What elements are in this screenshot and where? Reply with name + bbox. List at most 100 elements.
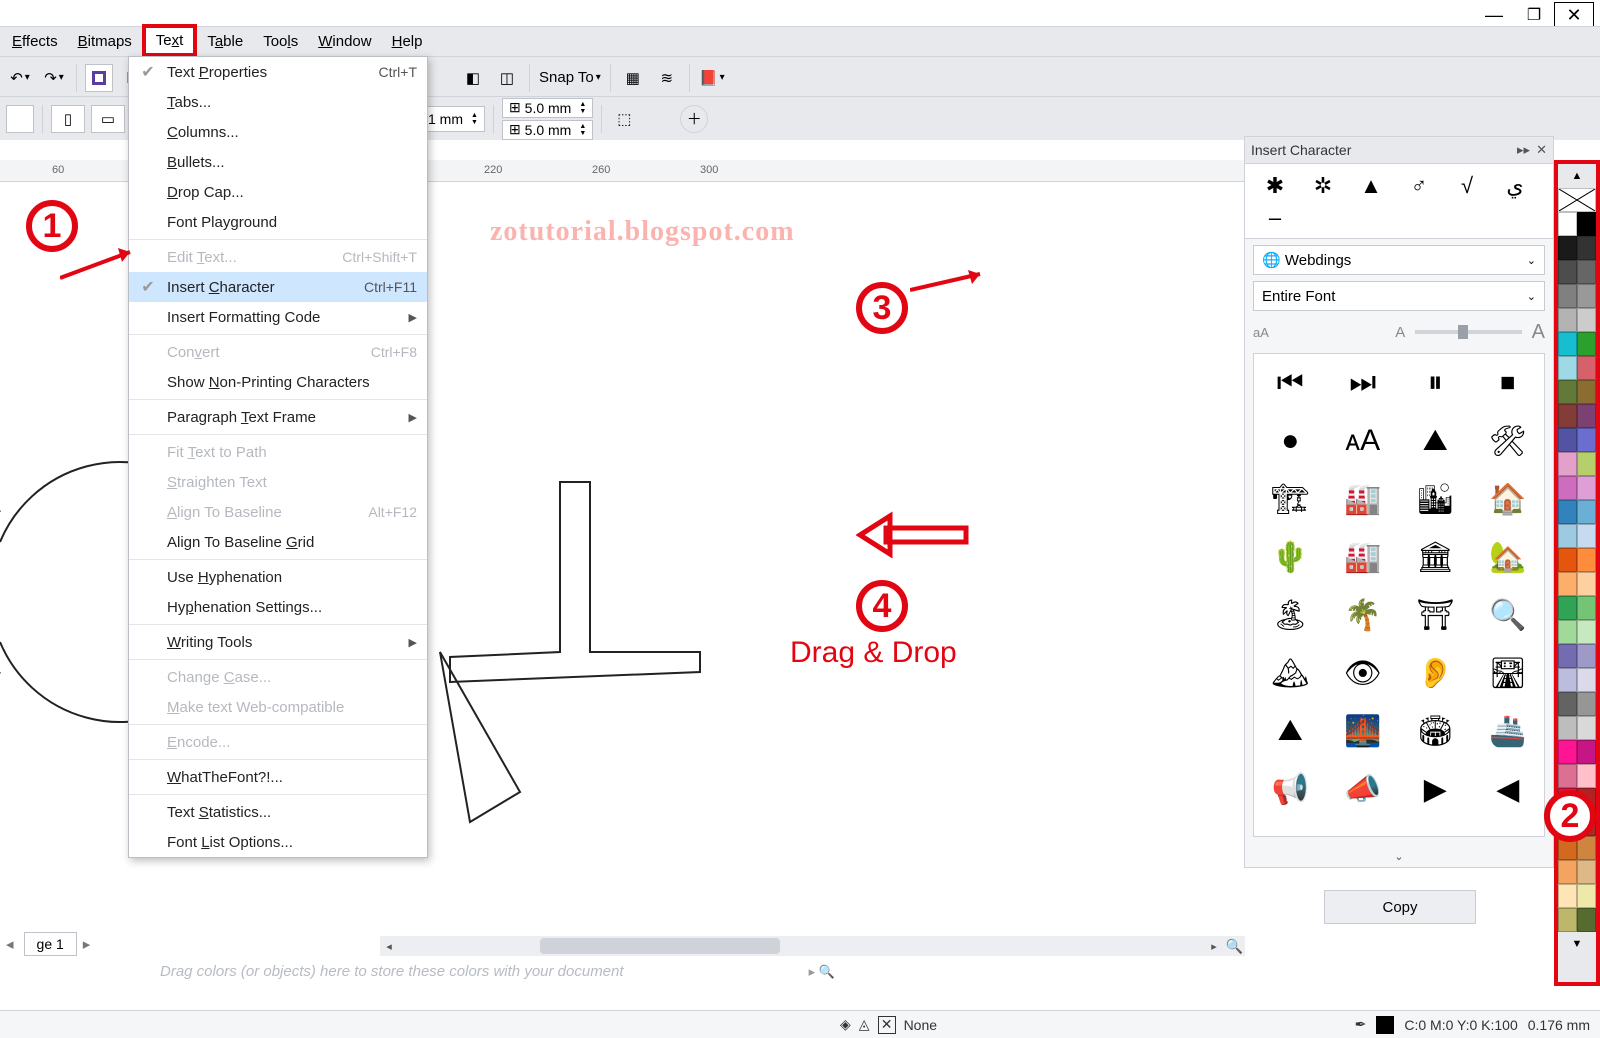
glyph-cell[interactable]: 🏡 bbox=[1472, 528, 1545, 586]
color-swatch[interactable] bbox=[1577, 764, 1596, 788]
color-swatch[interactable] bbox=[1558, 260, 1577, 284]
color-swatch[interactable] bbox=[1577, 236, 1596, 260]
glyph-cell[interactable]: 👂 bbox=[1399, 644, 1472, 702]
glyph-cell[interactable]: 🏟 bbox=[1399, 702, 1472, 760]
color-swatch[interactable] bbox=[1577, 548, 1596, 572]
color-swatch[interactable] bbox=[1558, 404, 1577, 428]
menu-effects[interactable]: Effects bbox=[2, 29, 68, 54]
color-swatch[interactable] bbox=[1558, 524, 1577, 548]
color-swatch[interactable] bbox=[1577, 884, 1596, 908]
menu-item-drop-cap[interactable]: Drop Cap... bbox=[129, 177, 427, 207]
menu-tools[interactable]: Tools bbox=[253, 29, 308, 54]
color-swatch[interactable] bbox=[1558, 236, 1577, 260]
color-swatch[interactable] bbox=[1577, 428, 1596, 452]
color-swatch[interactable] bbox=[1577, 740, 1596, 764]
menu-window[interactable]: Window bbox=[308, 29, 381, 54]
color-swatch[interactable] bbox=[1558, 476, 1577, 500]
glyph-cell[interactable]: ▶ bbox=[1399, 760, 1472, 818]
color-swatch[interactable] bbox=[1577, 596, 1596, 620]
grid-pager[interactable]: ⌄ bbox=[1245, 845, 1553, 867]
docker-close-icon[interactable]: ✕ bbox=[1536, 142, 1547, 158]
color-swatch[interactable] bbox=[1558, 500, 1577, 524]
glyph-cell[interactable]: 🛠 bbox=[1472, 412, 1545, 470]
color-swatch[interactable] bbox=[1558, 596, 1577, 620]
menu-text[interactable]: Text bbox=[142, 24, 198, 57]
glyph-cell[interactable]: 🚢 bbox=[1472, 702, 1545, 760]
no-color-swatch[interactable] bbox=[1558, 188, 1596, 212]
recent-glyph[interactable]: ▲ bbox=[1347, 170, 1395, 202]
menu-item-paragraph-text-frame[interactable]: Paragraph Text Frame▶ bbox=[129, 402, 427, 432]
color-swatch[interactable] bbox=[1577, 716, 1596, 740]
recent-glyph[interactable]: ✲ bbox=[1299, 170, 1347, 202]
color-swatch[interactable] bbox=[1577, 908, 1596, 932]
glyph-cell[interactable]: 🏝 bbox=[1254, 586, 1327, 644]
glyph-cell[interactable]: 🌴 bbox=[1327, 586, 1400, 644]
color-swatch[interactable] bbox=[1577, 452, 1596, 476]
maximize-button[interactable]: ❐ bbox=[1514, 2, 1554, 28]
landscape-icon[interactable]: ▭ bbox=[91, 105, 125, 133]
units-field[interactable] bbox=[6, 105, 34, 133]
options-icon[interactable]: ▦ bbox=[619, 64, 647, 92]
glyph-cell[interactable]: ⛩ bbox=[1399, 586, 1472, 644]
menu-table[interactable]: Table bbox=[197, 29, 253, 54]
palette-down-icon[interactable]: ▼ bbox=[1558, 932, 1596, 956]
glyph-cell[interactable]: 🔍 bbox=[1472, 586, 1545, 644]
glyph-cell[interactable]: 🌉 bbox=[1327, 702, 1400, 760]
menu-item-columns[interactable]: Columns... bbox=[129, 117, 427, 147]
color-swatch[interactable] bbox=[1558, 428, 1577, 452]
glyph-cell[interactable]: ⛰ bbox=[1399, 412, 1472, 470]
color-swatch[interactable] bbox=[1577, 644, 1596, 668]
outline-pen-icon[interactable]: ✒ bbox=[1355, 1016, 1367, 1033]
menu-item-hyphenation-settings[interactable]: Hyphenation Settings... bbox=[129, 592, 427, 622]
color-swatch[interactable] bbox=[1558, 644, 1577, 668]
color-swatch[interactable] bbox=[1558, 452, 1577, 476]
color-swatch[interactable] bbox=[1558, 284, 1577, 308]
fountain-icon[interactable]: ◬ bbox=[859, 1016, 870, 1033]
color-swatch[interactable] bbox=[1577, 860, 1596, 884]
snap-to-button[interactable]: Snap To ▾ bbox=[538, 64, 602, 92]
close-button[interactable]: ✕ bbox=[1554, 2, 1594, 28]
treat-as-filled-icon[interactable]: ⬚ bbox=[610, 105, 638, 133]
glyph-cell[interactable]: 👁 bbox=[1327, 644, 1400, 702]
color-swatch[interactable] bbox=[1577, 812, 1596, 836]
color-swatch[interactable] bbox=[1577, 524, 1596, 548]
menu-item-use-hyphenation[interactable]: Use Hyphenation bbox=[129, 562, 427, 592]
docker-more-icon[interactable]: ▸▸ bbox=[1517, 142, 1530, 158]
color-swatch[interactable] bbox=[1558, 620, 1577, 644]
color-swatch[interactable] bbox=[1577, 476, 1596, 500]
menu-item-text-statistics[interactable]: Text Statistics... bbox=[129, 797, 427, 827]
glyph-cell[interactable]: 📢 bbox=[1254, 760, 1327, 818]
minimize-button[interactable]: — bbox=[1474, 2, 1514, 28]
app-icon[interactable]: 📕▾ bbox=[698, 64, 726, 92]
color-swatch[interactable] bbox=[1577, 620, 1596, 644]
docker-header[interactable]: Insert Character ▸▸✕ bbox=[1245, 137, 1553, 163]
color-swatch[interactable] bbox=[1558, 812, 1577, 836]
undo-dropdown[interactable]: ↶▾ bbox=[6, 64, 34, 92]
glyph-cell[interactable]: ● bbox=[1254, 412, 1327, 470]
glyph-cell[interactable]: 🏭 bbox=[1327, 528, 1400, 586]
color-swatch[interactable] bbox=[1558, 668, 1577, 692]
color-swatch[interactable] bbox=[1577, 212, 1596, 236]
palette-up-icon[interactable]: ▲ bbox=[1558, 164, 1596, 188]
portrait-icon[interactable]: ▯ bbox=[51, 105, 85, 133]
recent-glyph[interactable]: – bbox=[1251, 202, 1299, 234]
launch-icon[interactable]: ≋ bbox=[653, 64, 681, 92]
color-swatch[interactable] bbox=[1558, 716, 1577, 740]
view-wire-icon[interactable]: ◫ bbox=[493, 64, 521, 92]
dup-y-field[interactable]: ⊞ 5.0 mm▲▼ bbox=[502, 120, 593, 140]
color-swatch[interactable] bbox=[1577, 332, 1596, 356]
color-swatch[interactable] bbox=[1558, 380, 1577, 404]
menu-item-text-properties[interactable]: ✔Text PropertiesCtrl+T bbox=[129, 57, 427, 87]
no-fill-icon[interactable]: ✕ bbox=[878, 1016, 896, 1034]
recent-glyph[interactable]: √ bbox=[1443, 170, 1491, 202]
fill-swatch-icon[interactable]: ◈ bbox=[840, 1016, 851, 1033]
view-full-icon[interactable]: ◧ bbox=[459, 64, 487, 92]
nudge-field[interactable]: 1 mm▲▼ bbox=[421, 106, 485, 132]
glyph-cell[interactable]: 📣 bbox=[1327, 760, 1400, 818]
menu-item-font-playground[interactable]: Font Playground bbox=[129, 207, 427, 237]
color-swatch[interactable] bbox=[1577, 308, 1596, 332]
menu-bitmaps[interactable]: Bitmaps bbox=[68, 29, 142, 54]
color-swatch[interactable] bbox=[1558, 836, 1577, 860]
color-swatch[interactable] bbox=[1577, 692, 1596, 716]
glyph-cell[interactable]: 🏭 bbox=[1327, 470, 1400, 528]
